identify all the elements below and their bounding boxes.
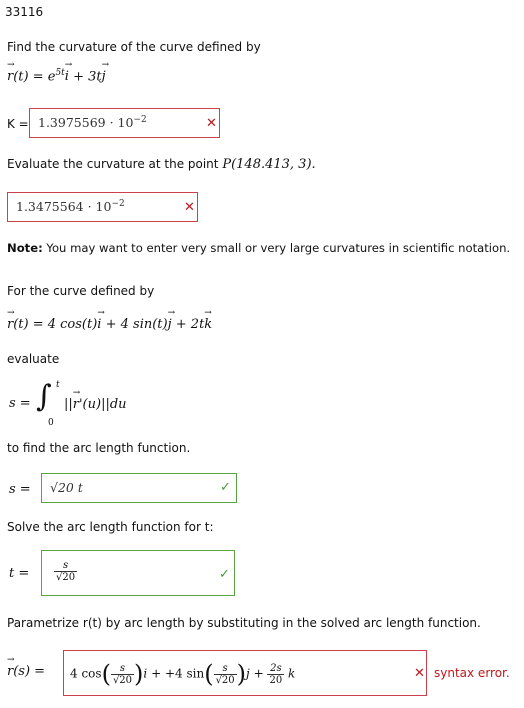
solve-prompt: Solve the arc length function for t: (7, 520, 214, 534)
curve-equation-2: r(t) = 4 cos(t)i + 4 sin(t)j + 2tk (7, 308, 212, 332)
incorrect-icon: ✕ (184, 200, 195, 215)
arc-length-input[interactable]: √20 t ✓ (41, 473, 237, 503)
incorrect-icon: ✕ (414, 666, 425, 681)
curve-prompt: For the curve defined by (7, 284, 155, 298)
integral-s-label: s = (9, 396, 31, 411)
curvature-point-answer: 1.3475564 · 10−2 (16, 199, 125, 215)
correct-icon: ✓ (220, 480, 231, 495)
curvature-prompt: Find the curvature of the curve defined … (7, 40, 261, 54)
evaluate-curvature-prompt: Evaluate the curvature at the point P(14… (7, 157, 316, 172)
integral-expression: ||r'(u)||du (64, 388, 127, 412)
syntax-error-message: syntax error. (434, 666, 510, 680)
t-of-s-input[interactable]: s √20 ✓ (41, 550, 235, 596)
arc-length-answer: √20 t (50, 480, 83, 495)
rs-equals-label: r(s) = (7, 655, 45, 679)
rs-input[interactable]: 4 cos(s √20)i + +4 sin(s √20)j + 2s 20 k ✕ (63, 650, 427, 696)
incorrect-icon: ✕ (206, 116, 217, 131)
arc-length-prompt: to find the arc length function. (7, 441, 191, 455)
curvature-input[interactable]: 1.3975569 · 10−2 ✕ (29, 108, 220, 138)
s-equals-label: s = (9, 482, 31, 497)
t-fraction: s √20 (54, 560, 78, 583)
rs-expression: 4 cos(s √20)i + +4 sin(s √20)j + 2s 20 k (70, 660, 296, 688)
curve-equation-1: r(t) = e5ti + 3tj (7, 60, 109, 84)
curvature-point-input[interactable]: 1.3475564 · 10−2 ✕ (7, 192, 198, 222)
integral-upper: t (56, 380, 60, 390)
integral-lower: 0 (48, 418, 54, 428)
point-label: P(148.413, 3). (222, 157, 316, 172)
curvature-answer: 1.3975569 · 10−2 (38, 115, 147, 131)
note-text: Note: You may want to enter very small o… (7, 241, 511, 255)
t-equals-label: t = (9, 566, 30, 581)
parametrize-prompt: Parametrize r(t) by arc length by substi… (7, 616, 481, 630)
problem-id: 33116 (5, 5, 44, 19)
correct-icon: ✓ (219, 567, 230, 582)
k-label: K = (7, 117, 29, 131)
integral-sign: ∫ (36, 379, 52, 414)
evaluate-label: evaluate (7, 352, 60, 366)
